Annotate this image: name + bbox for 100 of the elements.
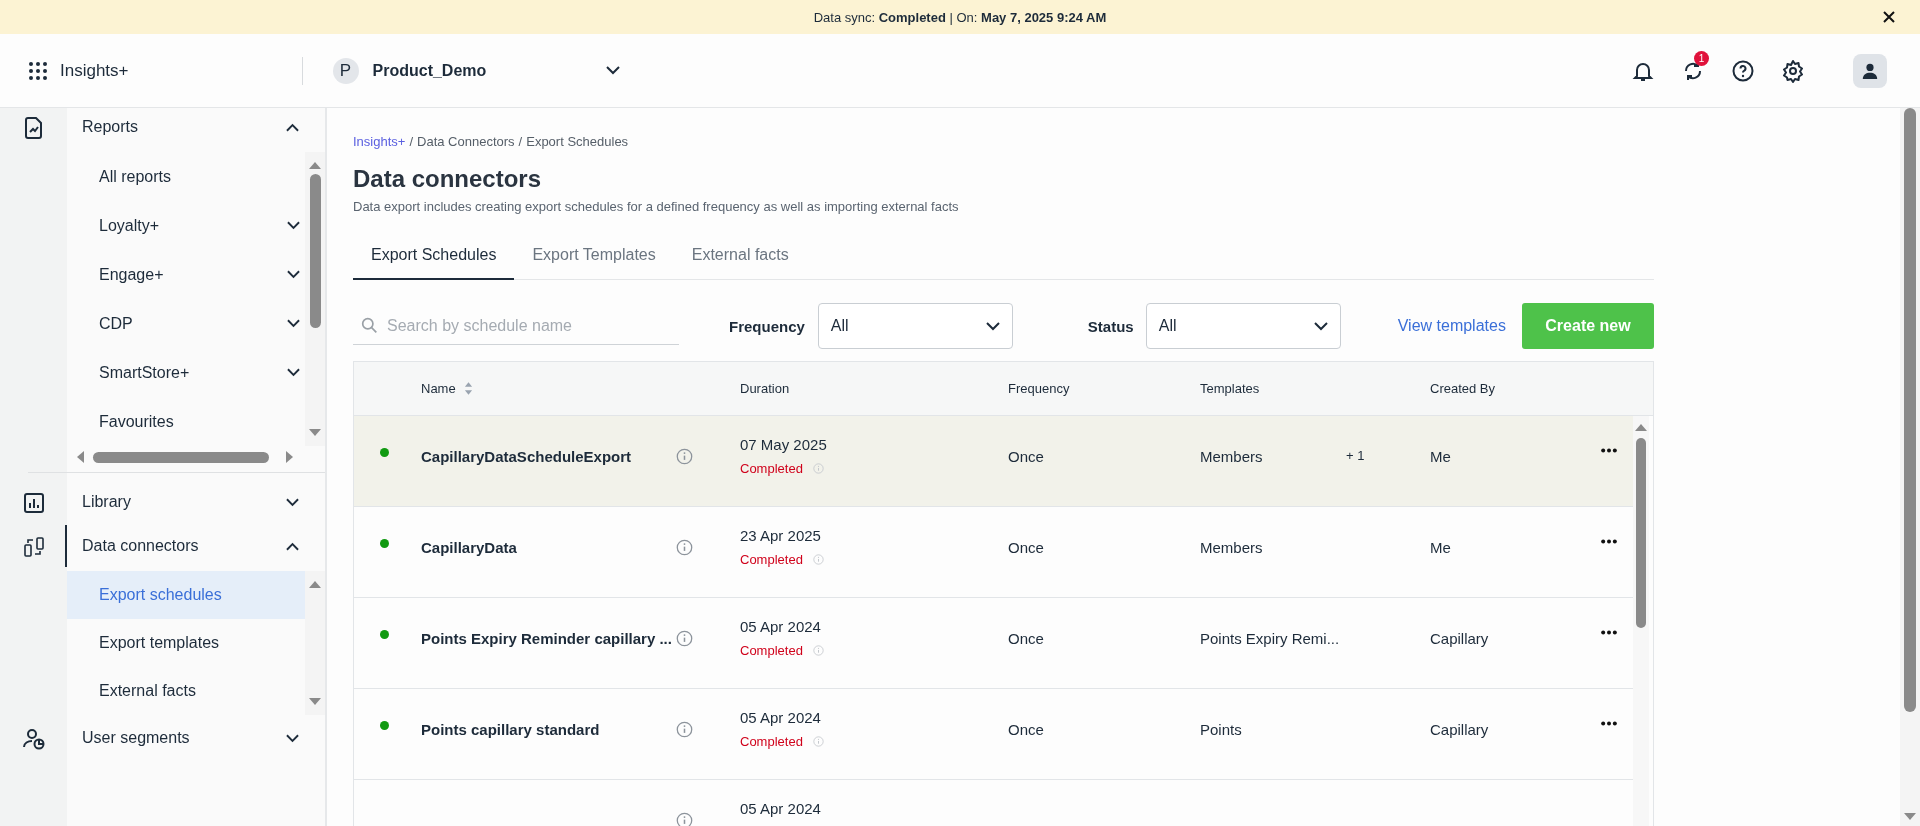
user-avatar[interactable] xyxy=(1853,53,1887,88)
breadcrumb-item: / xyxy=(409,134,414,149)
vertical-scrollbar[interactable] xyxy=(1633,416,1649,826)
more-options-icon[interactable] xyxy=(1600,539,1618,544)
created-by-value: Capillary xyxy=(1430,721,1489,738)
sidebar-item[interactable]: SmartStore+ xyxy=(67,348,305,397)
page-scrollbar[interactable] xyxy=(1900,108,1920,826)
search-field[interactable]: Search by schedule name xyxy=(353,307,679,345)
scroll-down-arrow-icon[interactable] xyxy=(1903,812,1917,822)
info-icon[interactable] xyxy=(676,539,693,556)
more-templates-count[interactable]: + 1 xyxy=(1346,448,1365,463)
tab[interactable]: Export Schedules xyxy=(353,236,515,280)
frequency-value: Once xyxy=(1008,539,1044,556)
scroll-left-arrow-icon[interactable] xyxy=(75,450,85,464)
schedule-date: 05 Apr 2024 xyxy=(740,709,822,726)
chevron-down-icon xyxy=(287,221,300,230)
tab[interactable]: Export Templates xyxy=(514,236,674,280)
column-header: Frequency xyxy=(1008,381,1070,396)
sidebar-item[interactable]: Favourites xyxy=(67,397,305,446)
sidebar-item[interactable]: External facts xyxy=(67,667,305,715)
sync-status-text: Data sync: Completed | On: May 7, 2025 9:24 AM xyxy=(813,9,1107,25)
filter-dropdown[interactable]: All xyxy=(1145,303,1341,349)
chevron-down-icon xyxy=(985,321,1000,331)
created-by-value: Capillary xyxy=(1430,630,1489,647)
filter-label: Status xyxy=(1087,317,1134,335)
tab[interactable]: External facts xyxy=(673,236,807,280)
more-options-icon[interactable] xyxy=(1600,721,1618,726)
notification-badge: 1 xyxy=(1694,50,1709,66)
schedule-date: 23 Apr 2025 xyxy=(740,527,822,544)
run-status: Completed xyxy=(740,643,803,658)
scroll-down-arrow-icon[interactable] xyxy=(308,697,322,707)
sidebar-section[interactable]: Reports xyxy=(67,108,325,146)
page-title: Data connectors xyxy=(353,165,543,193)
chevron-down-icon xyxy=(287,368,300,377)
run-status: Completed xyxy=(740,461,803,476)
column-header: Created By xyxy=(1430,381,1496,396)
breadcrumb-item: Data Connectors xyxy=(417,134,515,149)
schedule-name[interactable]: Points Expiry Reminder capillary ... xyxy=(421,630,672,647)
schedule-date: 05 Apr 2024 xyxy=(740,800,822,817)
template-name: Members xyxy=(1200,448,1263,465)
scroll-down-arrow-icon[interactable] xyxy=(308,428,322,438)
chevron-down-icon xyxy=(606,66,621,75)
sidebar-item[interactable]: Engage+ xyxy=(67,250,305,299)
scroll-up-arrow-icon[interactable] xyxy=(308,579,322,589)
data-transfer-icon[interactable] xyxy=(21,535,46,559)
scroll-up-arrow-icon[interactable] xyxy=(308,160,322,170)
template-name: Points xyxy=(1200,721,1242,738)
sidebar-section[interactable]: User segments xyxy=(67,719,325,757)
table-row[interactable]: CapillaryDataScheduleExport 07 May 2025 Completed Once Members + 1 Me xyxy=(354,416,1633,507)
more-options-icon[interactable] xyxy=(1600,630,1618,635)
scroll-right-arrow-icon[interactable] xyxy=(285,450,295,464)
sidebar-item[interactable]: All reports xyxy=(67,152,305,201)
schedule-date: 07 May 2025 xyxy=(740,436,828,453)
info-icon[interactable] xyxy=(676,448,693,465)
info-icon[interactable] xyxy=(676,630,693,647)
info-icon[interactable] xyxy=(676,812,693,826)
schedule-name[interactable]: Points capillary standard xyxy=(421,721,600,738)
filter-dropdown[interactable]: All xyxy=(817,303,1013,349)
sidebar-item[interactable]: Loyalty+ xyxy=(67,201,305,250)
settings-icon[interactable] xyxy=(1781,58,1805,83)
sidebar-item[interactable]: Export templates xyxy=(67,619,305,667)
schedule-name[interactable]: CapillaryData xyxy=(421,539,517,556)
created-by-value: Me xyxy=(1430,539,1451,556)
org-avatar: P xyxy=(332,57,359,84)
column-header: Name xyxy=(421,381,456,396)
apps-grid-icon[interactable] xyxy=(28,60,48,81)
chevron-down-icon xyxy=(287,319,300,328)
breadcrumb-link[interactable]: Insights+ xyxy=(353,134,406,149)
frequency-value: Once xyxy=(1008,448,1044,465)
template-name: Points Expiry Remi... xyxy=(1200,630,1340,647)
scroll-up-arrow-icon[interactable] xyxy=(1634,422,1648,432)
info-icon[interactable] xyxy=(676,721,693,738)
help-icon[interactable] xyxy=(1731,58,1755,83)
more-options-icon[interactable] xyxy=(1600,448,1618,453)
chevron-down-icon xyxy=(1313,321,1328,331)
created-by-value: Me xyxy=(1430,448,1451,465)
column-header: Templates xyxy=(1200,381,1260,396)
org-selector[interactable]: P Product_Demo xyxy=(332,57,621,84)
chevron-up-icon xyxy=(286,541,299,551)
sidebar-section[interactable]: Library xyxy=(67,483,325,521)
sort-icon[interactable] xyxy=(463,381,473,396)
chevron-down-icon xyxy=(286,733,299,743)
sidebar-item[interactable]: CDP xyxy=(67,299,305,348)
filter-label: Frequency xyxy=(729,317,805,335)
schedule-name[interactable]: CapillaryDataScheduleExport xyxy=(421,448,632,465)
frequency-value: Once xyxy=(1008,630,1044,647)
page-description: Data export includes creating export schedules for a defined frequency as well as importing external facts xyxy=(353,199,960,214)
breadcrumb-item: / xyxy=(518,134,523,149)
sidebar-section[interactable]: Data connectors xyxy=(67,527,325,565)
template-name: Members xyxy=(1200,539,1263,556)
bar-chart-icon[interactable] xyxy=(21,491,46,515)
vertical-scrollbar[interactable] xyxy=(305,152,325,446)
vertical-scrollbar[interactable] xyxy=(305,571,325,715)
close-icon[interactable] xyxy=(1883,11,1895,23)
sidebar-item[interactable]: Export schedules xyxy=(67,571,305,619)
user-segment-icon[interactable] xyxy=(21,727,46,751)
run-status: Completed xyxy=(740,734,803,749)
frequency-value: Once xyxy=(1008,721,1044,738)
run-status: Completed xyxy=(740,552,803,567)
view-templates-link[interactable]: View templates xyxy=(1397,317,1506,335)
